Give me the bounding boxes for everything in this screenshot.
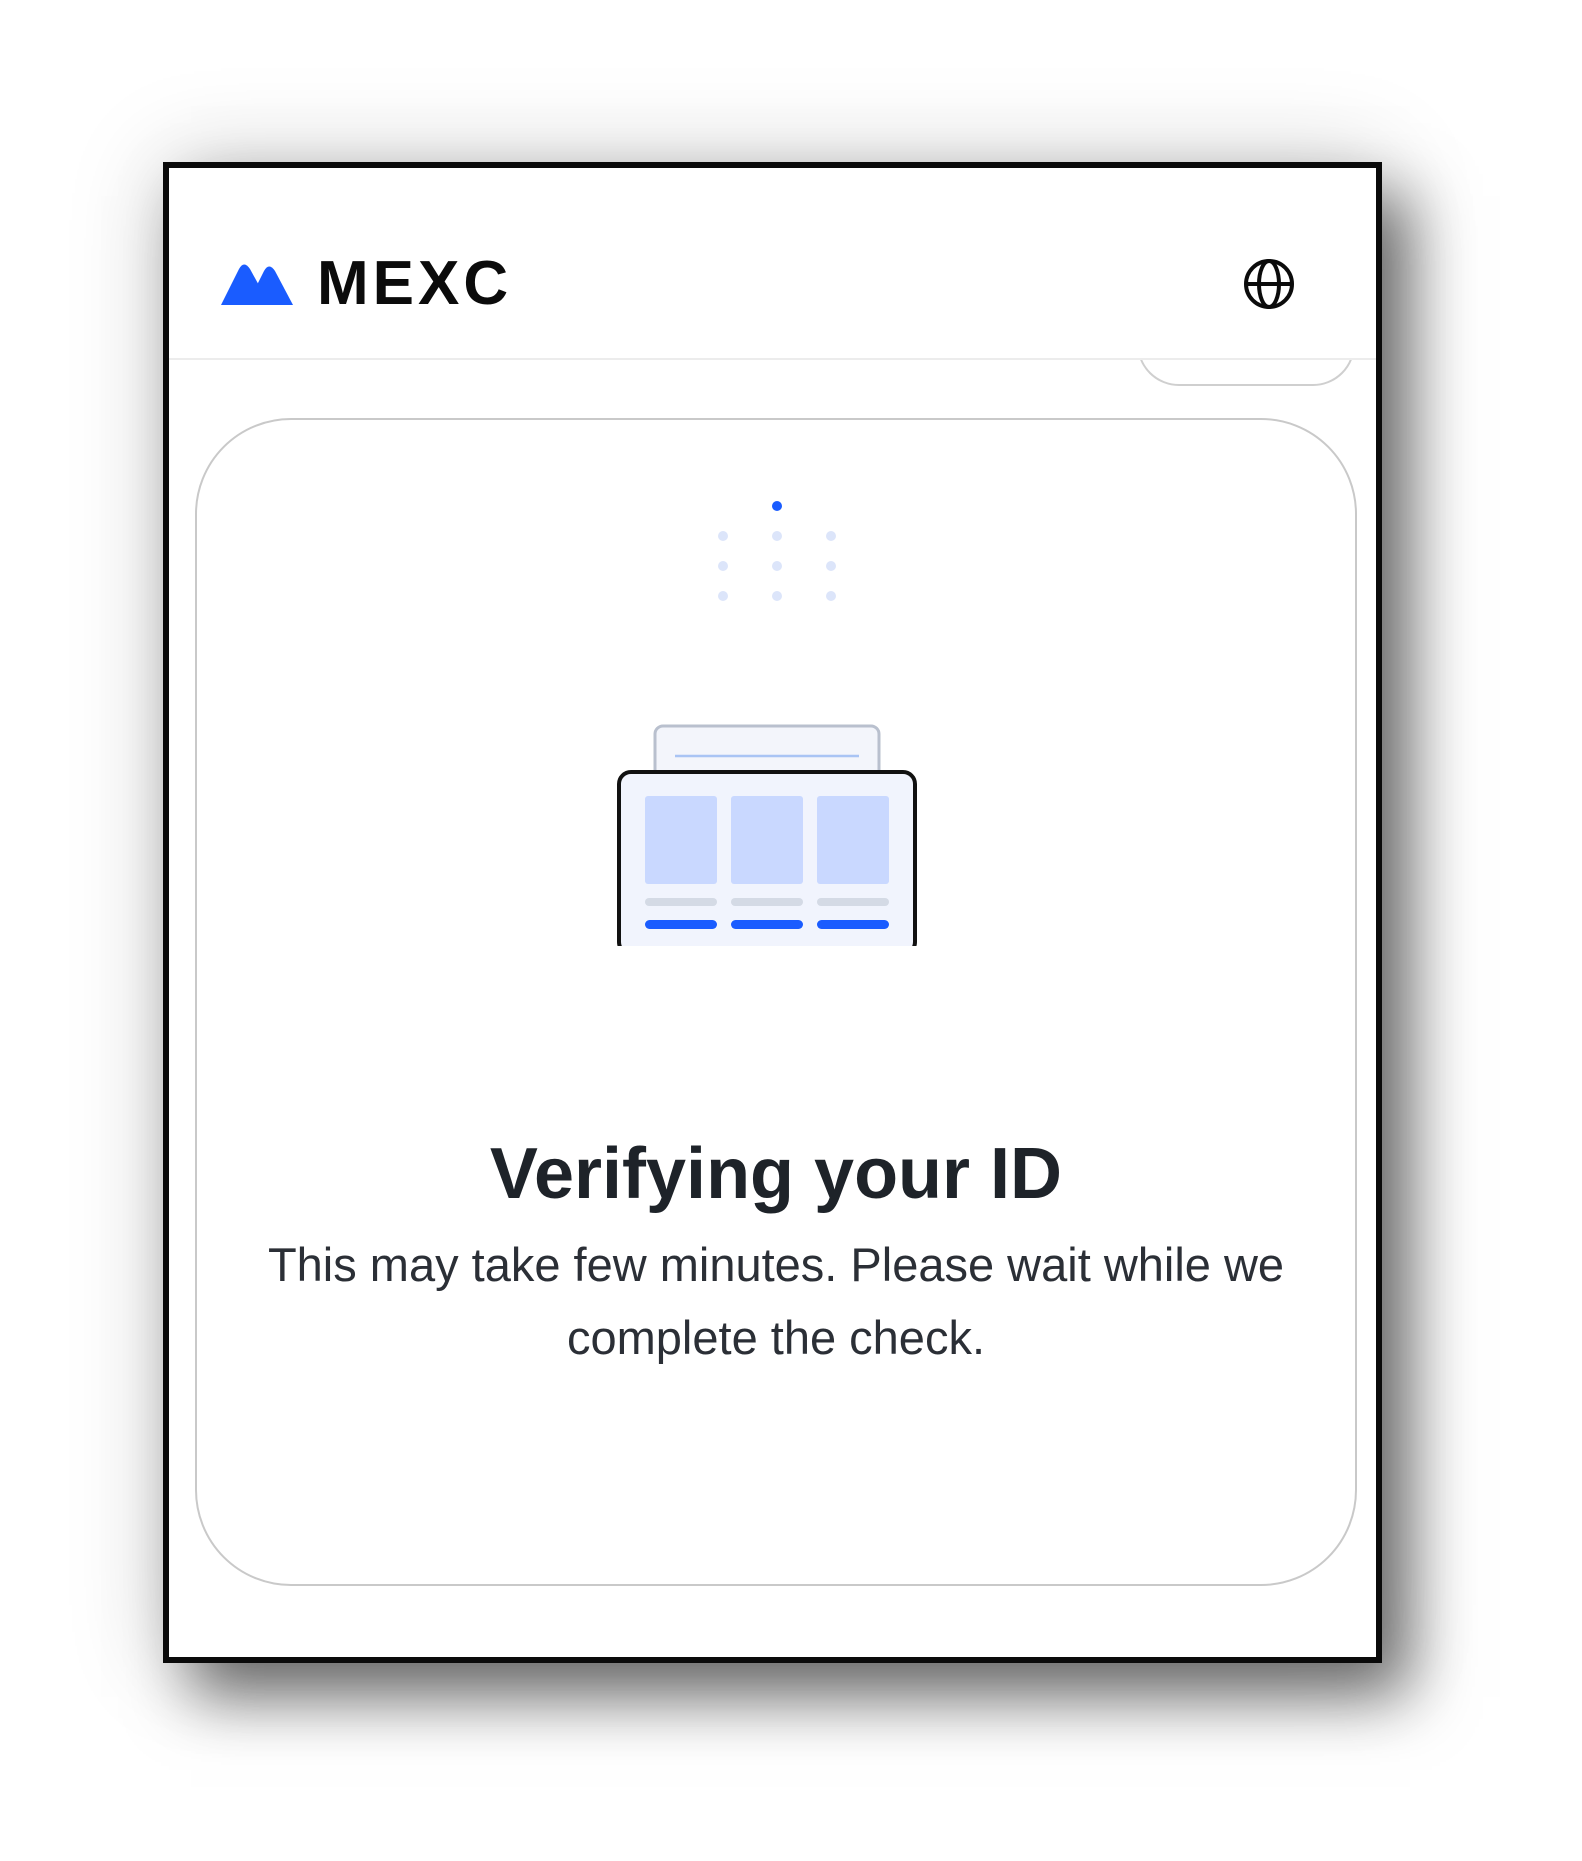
brand-name: MEXC xyxy=(317,249,513,318)
dots-loading-icon xyxy=(718,501,836,601)
brand-logo-front[interactable]: MEXC xyxy=(219,249,513,318)
verification-message: This may take few minutes. Please wait w… xyxy=(267,1238,1285,1364)
mexc-mountain-logo-icon xyxy=(221,264,293,305)
verification-card: Verifying your ID This may take few minu… xyxy=(195,418,1357,1586)
language-globe-icon[interactable] xyxy=(1242,257,1296,311)
id-document-illustration xyxy=(617,724,917,946)
verification-title: Verifying your ID xyxy=(489,1134,1063,1214)
header-overlay: MEXC xyxy=(169,168,1376,358)
app-window: MEXC MEXC Verifying your ID This may tak… xyxy=(163,162,1382,1663)
